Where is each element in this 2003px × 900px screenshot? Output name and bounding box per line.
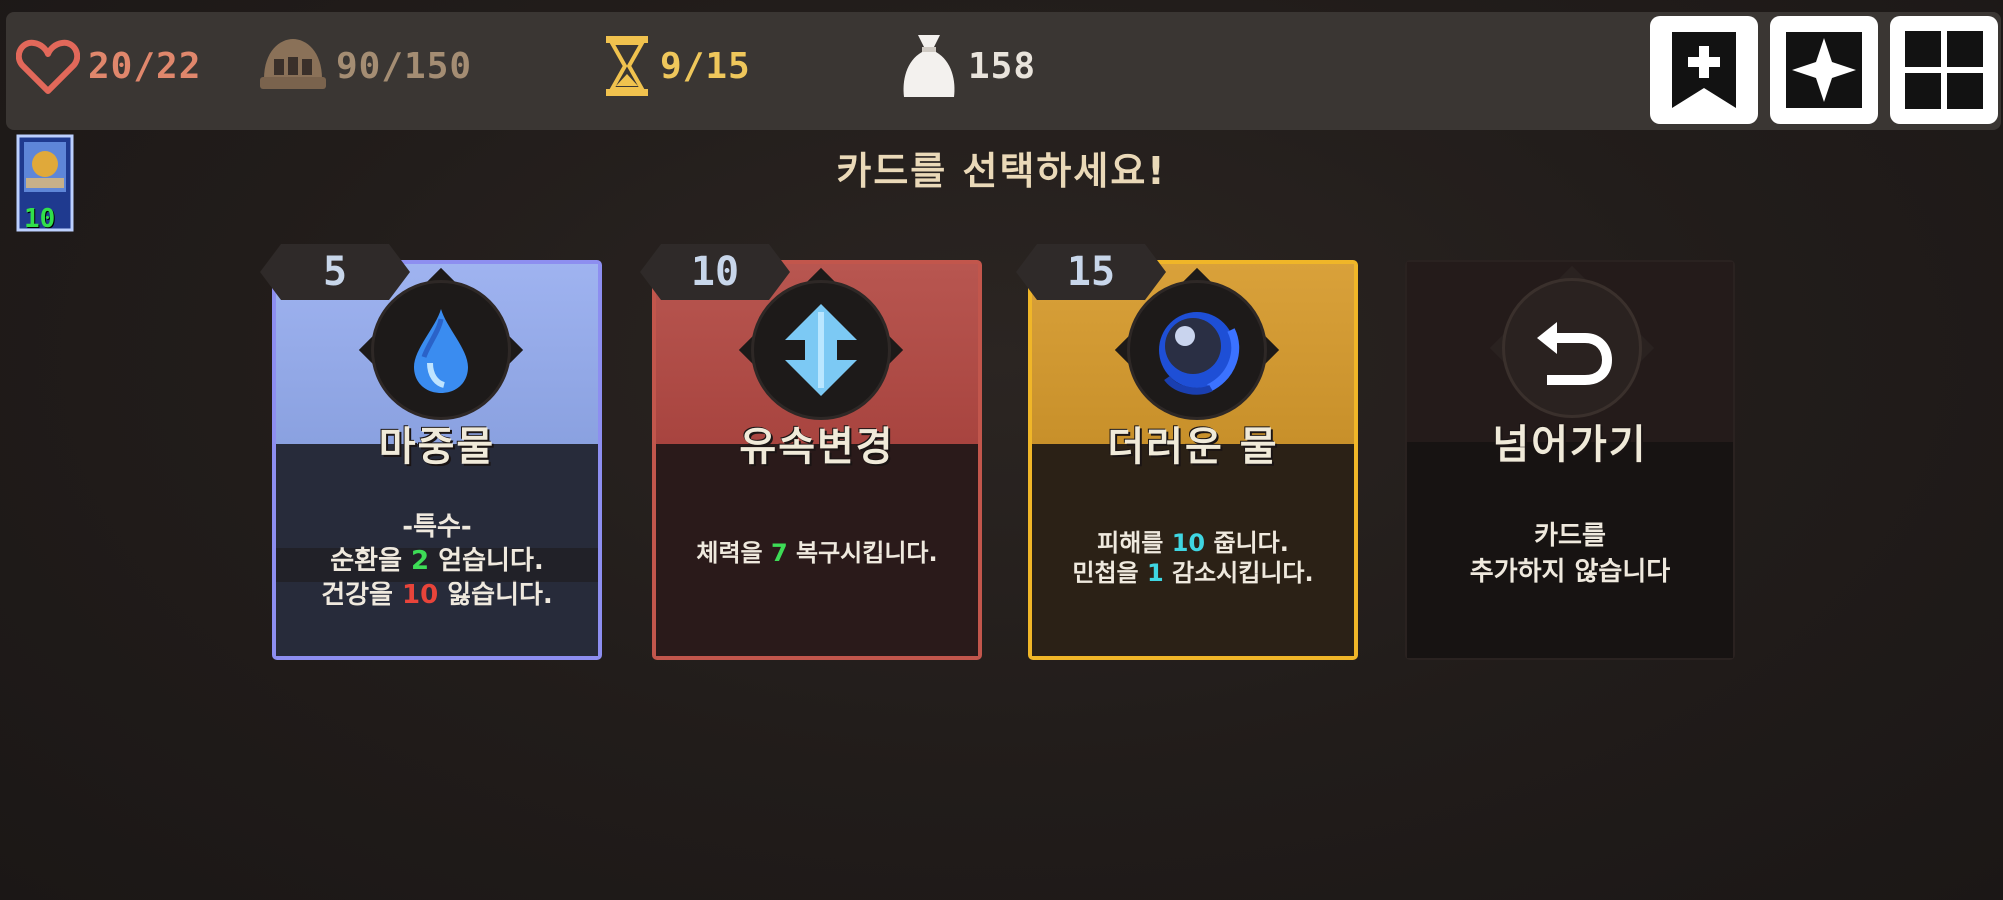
card-priming-water[interactable]: 5 마중물 -특수- 순환을 2 얻습니다. 건강을 10 잃습니다. bbox=[260, 244, 602, 660]
relics-button[interactable] bbox=[1770, 16, 1878, 124]
card-orb bbox=[1114, 267, 1280, 430]
money-bag-icon bbox=[903, 35, 955, 97]
card-orb bbox=[358, 267, 524, 430]
desc-number: 7 bbox=[770, 539, 788, 567]
sparkle-icon bbox=[1786, 32, 1862, 108]
desc-number: 10 bbox=[402, 580, 439, 610]
prompt-title: 카드를 선택하세요! bbox=[836, 149, 1167, 193]
armor-value: 90/150 bbox=[336, 45, 473, 87]
menu-button[interactable] bbox=[1890, 16, 1998, 124]
desc-line-2: 추가하지 않습니다 bbox=[1469, 557, 1671, 587]
card-orb bbox=[1489, 265, 1655, 428]
armor-stat: 90/150 bbox=[258, 38, 472, 94]
deck-count: 10 bbox=[24, 204, 56, 234]
card-description: 카드를 추가하지 않습니다 bbox=[1407, 518, 1733, 590]
card-orb bbox=[738, 267, 904, 430]
card-description: 피해를 10 줍니다. 민첩을 1 감소시킵니다. bbox=[1032, 528, 1354, 588]
undo-arrow-icon bbox=[1537, 322, 1613, 385]
cost-value: 15 bbox=[1066, 249, 1116, 295]
desc-line-1: 체력을 7 복구시킵니다. bbox=[656, 536, 978, 570]
desc-number: 10 bbox=[1171, 529, 1206, 557]
desc-line-2: 건강을 10 잃습니다. bbox=[276, 578, 598, 612]
desc-text: 피해를 bbox=[1097, 529, 1172, 557]
cost-value: 5 bbox=[322, 249, 348, 295]
card-description: 체력을 7 복구시킵니다. bbox=[656, 536, 978, 570]
gold-stat: 158 bbox=[898, 35, 1037, 97]
dark-orb-icon bbox=[1159, 312, 1240, 395]
desc-text: 체력을 bbox=[696, 539, 771, 567]
card-name: 유속변경 bbox=[739, 424, 895, 470]
desc-number: 2 bbox=[411, 546, 430, 576]
desc-text: 건강을 bbox=[321, 580, 402, 610]
desc-text: 얻습니다. bbox=[429, 546, 544, 576]
card-tag: -특수- bbox=[402, 512, 472, 542]
desc-text: 복구시킵니다. bbox=[787, 539, 938, 567]
grid-menu-icon bbox=[1905, 31, 1983, 109]
card-dirty-water[interactable]: 15 더러운 물 피해를 10 줍니다. 민첩을 1 감소시킵니다. bbox=[1016, 244, 1358, 660]
hp-stat: 20/22 bbox=[16, 38, 201, 94]
desc-text: 순환을 bbox=[330, 546, 412, 576]
skip-card[interactable]: 넘어가기 카드를 추가하지 않습니다 bbox=[1405, 260, 1735, 660]
card-flow-change[interactable]: 10 유속변경 체력을 7 복구시킵니다. bbox=[640, 244, 982, 660]
card-name: 마중물 bbox=[378, 424, 496, 470]
gold-value: 158 bbox=[968, 45, 1037, 87]
desc-text: 감소시킵니다. bbox=[1163, 559, 1314, 587]
desc-text: 잃습니다. bbox=[438, 580, 553, 610]
bookmark-add-icon bbox=[1672, 32, 1736, 108]
time-stat: 9/15 bbox=[602, 36, 751, 96]
desc-line-2: 민첩을 1 감소시킵니다. bbox=[1032, 558, 1354, 588]
water-drop-icon bbox=[414, 309, 468, 393]
desc-text: 민첩을 bbox=[1072, 559, 1147, 587]
hourglass-icon bbox=[606, 36, 648, 96]
desc-line-1: 순환을 2 얻습니다. bbox=[276, 544, 598, 578]
desc-text: 줍니다. bbox=[1205, 529, 1289, 557]
card-name: 넘어가기 bbox=[1492, 422, 1648, 468]
helmet-icon bbox=[260, 39, 326, 89]
card-description: -특수- 순환을 2 얻습니다. 건강을 10 잃습니다. bbox=[276, 510, 598, 612]
desc-line-1: 피해를 10 줍니다. bbox=[1032, 528, 1354, 558]
cost-value: 10 bbox=[690, 249, 740, 295]
hp-value: 20/22 bbox=[88, 45, 202, 87]
desc-line-1: 카드를 bbox=[1534, 521, 1606, 551]
desc-number: 1 bbox=[1146, 559, 1164, 587]
time-value: 9/15 bbox=[660, 45, 751, 87]
card-name: 더러운 물 bbox=[1107, 424, 1279, 470]
heart-icon bbox=[16, 39, 80, 94]
up-down-arrows-icon bbox=[785, 304, 857, 396]
add-bookmark-button[interactable] bbox=[1650, 16, 1758, 124]
